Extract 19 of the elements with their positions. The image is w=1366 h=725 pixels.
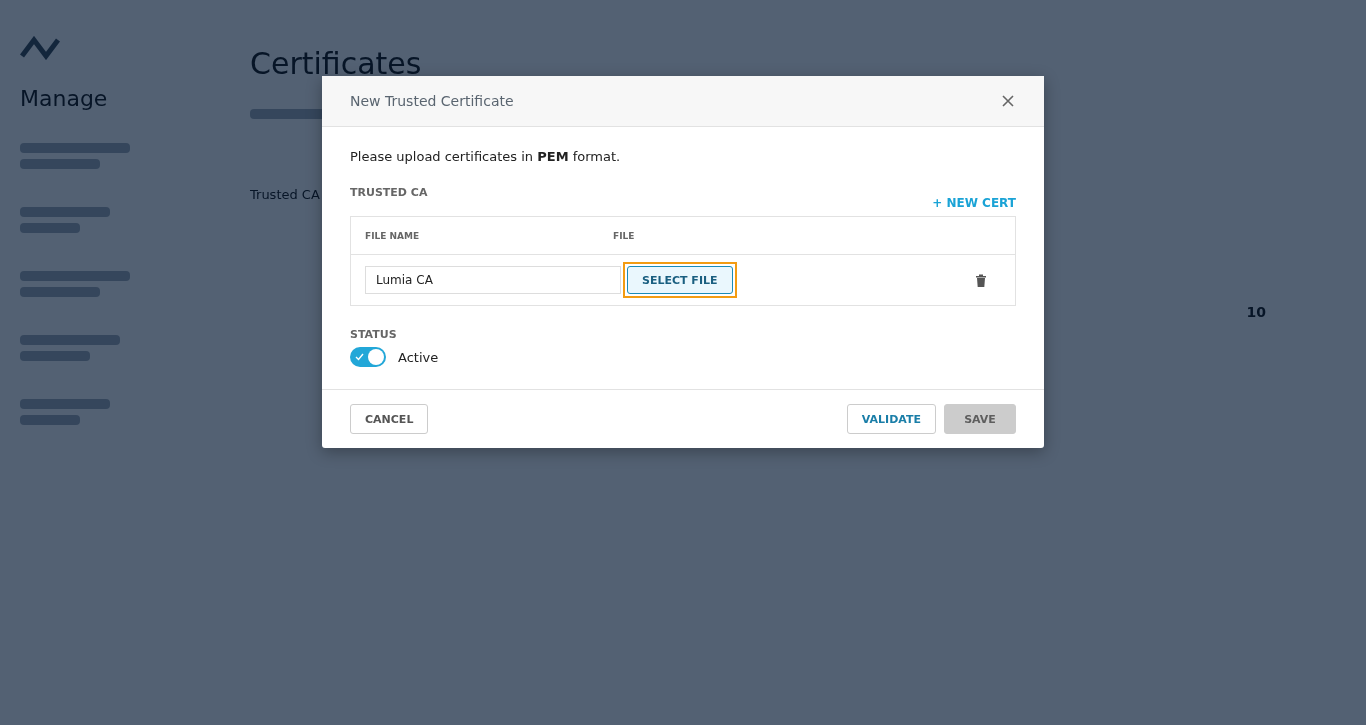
section-label: TRUSTED CA	[350, 186, 428, 201]
validate-button[interactable]: VALIDATE	[846, 404, 936, 434]
column-header: FILE	[613, 230, 636, 241]
status-label: STATUS	[350, 328, 397, 341]
sidebar-heading: Manage	[20, 86, 109, 111]
page-size: 10	[1246, 304, 1266, 320]
select-file-button[interactable]: SELECT FILE	[627, 266, 733, 294]
status-text: Active	[398, 349, 439, 365]
file-name-field[interactable]: Lumia CA	[365, 266, 621, 294]
cancel-button[interactable]: CANCEL	[350, 404, 429, 434]
intro-text: Please upload certificates in PEM format.	[350, 149, 622, 164]
check-icon	[355, 352, 364, 361]
dialog-title: New Trusted Certificate	[350, 93, 514, 109]
section-title: Trusted CA	[250, 187, 320, 202]
column-header: FILE NAME	[365, 230, 421, 241]
status-toggle[interactable]	[350, 347, 386, 367]
page-title: Certificates	[250, 46, 423, 81]
close-button[interactable]	[1000, 93, 1016, 109]
trash-icon[interactable]	[975, 273, 987, 287]
